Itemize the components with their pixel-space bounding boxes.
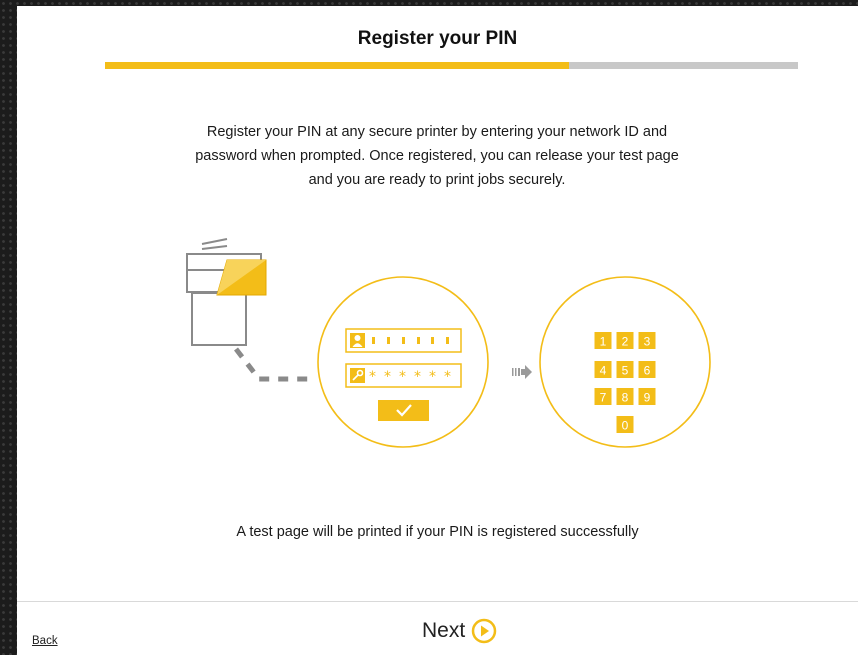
play-circle-icon: [471, 618, 497, 644]
keypad-key-9: 9: [638, 388, 656, 405]
keypad-key-label: 2: [622, 335, 629, 349]
svg-text:*: *: [369, 369, 376, 385]
svg-text:*: *: [384, 369, 391, 385]
register-pin-illustration: * * * * * * 1 2 3 4 5 6 7 8 9 0: [186, 238, 711, 448]
keypad-key-label: 7: [600, 391, 607, 405]
arrow-right-icon: [512, 365, 532, 379]
svg-text:*: *: [414, 369, 421, 385]
keypad-key-label: 0: [622, 419, 629, 433]
keypad-key-4: 4: [594, 361, 612, 378]
keypad-key-label: 3: [644, 335, 651, 349]
back-link[interactable]: Back: [32, 635, 58, 647]
connector-line: [234, 347, 314, 382]
keypad-key-label: 6: [644, 364, 651, 378]
dialog-panel: Register your PIN Register your PIN at a…: [17, 6, 858, 655]
login-circle: * * * * * *: [317, 276, 489, 448]
svg-text:*: *: [429, 369, 436, 385]
footer-divider: [17, 601, 858, 602]
keypad-key-label: 5: [622, 364, 629, 378]
keypad-key-5: 5: [616, 361, 634, 378]
keypad-key-6: 6: [638, 361, 656, 378]
keypad-circle: 1 2 3 4 5 6 7 8 9 0: [539, 276, 711, 448]
printer-icon: [186, 238, 267, 346]
svg-text:*: *: [399, 369, 406, 385]
keypad-key-3: 3: [638, 332, 656, 349]
keypad-key-0: 0: [616, 416, 634, 433]
keypad-key-8: 8: [616, 388, 634, 405]
keypad-key-label: 4: [600, 364, 607, 378]
keypad-key-1: 1: [594, 332, 612, 349]
success-note: A test page will be printed if your PIN …: [236, 524, 639, 540]
keypad-key-7: 7: [594, 388, 612, 405]
keypad-key-label: 8: [622, 391, 629, 405]
keypad-key-label: 1: [600, 335, 607, 349]
svg-text:*: *: [444, 369, 451, 385]
next-button-label: Next: [422, 619, 466, 642]
next-button[interactable]: Next: [422, 618, 497, 644]
keypad-key-2: 2: [616, 332, 634, 349]
keypad-key-label: 9: [644, 391, 651, 405]
